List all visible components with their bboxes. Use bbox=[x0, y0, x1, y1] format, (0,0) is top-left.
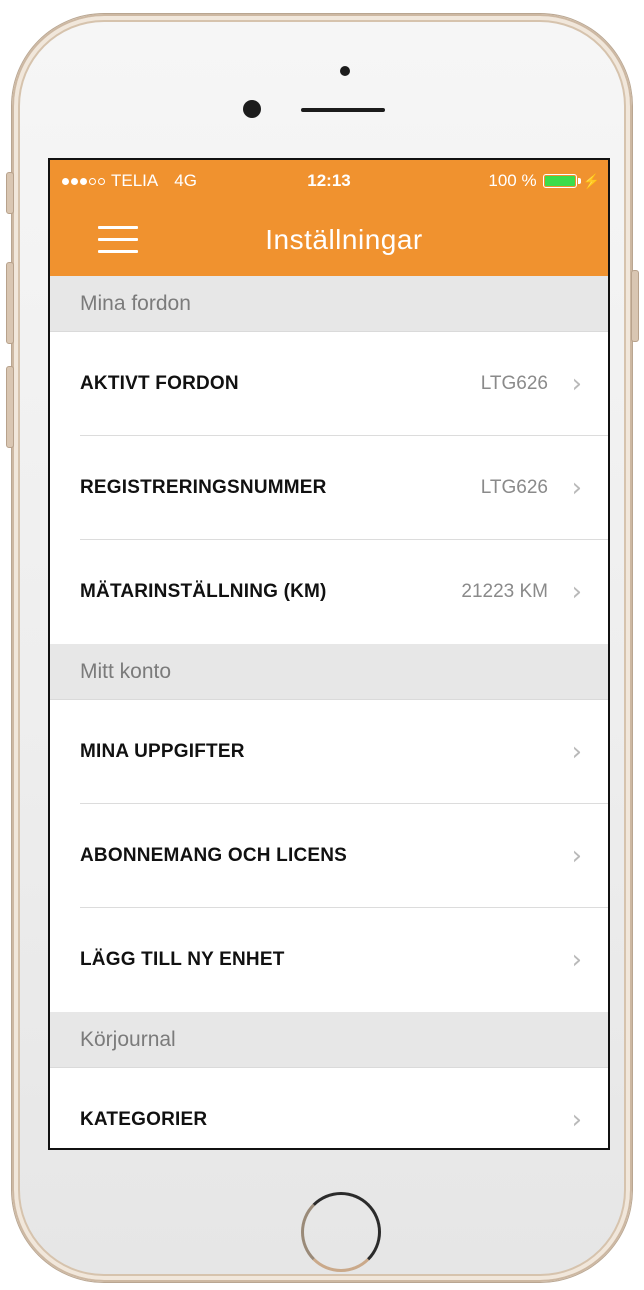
chevron-right-icon: › bbox=[571, 945, 582, 975]
settings-row-label: AKTIVT FORDON bbox=[80, 373, 239, 394]
mute-switch bbox=[6, 172, 14, 214]
battery-icon bbox=[542, 174, 581, 188]
phone-screen: TELIA 4G 12:13 100 % ⚡ Inställningar Min… bbox=[48, 158, 610, 1150]
settings-row-value: LTG626 bbox=[480, 373, 548, 394]
proximity-sensor bbox=[340, 66, 350, 76]
home-button[interactable] bbox=[301, 1192, 381, 1272]
power-button bbox=[631, 270, 639, 342]
settings-row-label: LÄGG TILL NY ENHET bbox=[80, 949, 285, 970]
charging-icon: ⚡ bbox=[582, 172, 600, 189]
settings-list: Mina fordon AKTIVT FORDON LTG626 › REGISTRER… bbox=[50, 276, 608, 1148]
section-header: Mina fordon bbox=[50, 276, 608, 332]
status-right: 100 % ⚡ bbox=[488, 171, 600, 191]
settings-row-label: REGISTRERINGSNUMMER bbox=[80, 477, 327, 498]
settings-row-label: ABONNEMANG OCH LICENS bbox=[80, 845, 348, 866]
battery-percent: 100 % bbox=[488, 171, 537, 190]
section-header: Körjournal bbox=[50, 1012, 608, 1068]
chevron-right-icon: › bbox=[571, 369, 582, 399]
chevron-right-icon: › bbox=[571, 1105, 582, 1135]
settings-row-value: LTG626 bbox=[480, 477, 548, 498]
chevron-right-icon: › bbox=[571, 841, 582, 871]
chevron-right-icon: › bbox=[571, 737, 582, 767]
chevron-right-icon: › bbox=[571, 577, 582, 607]
settings-row[interactable]: AKTIVT FORDON LTG626 › bbox=[50, 332, 608, 436]
volume-up-button bbox=[6, 262, 14, 344]
settings-row-label: MÄTARINSTÄLLNING (KM) bbox=[80, 581, 327, 602]
earpiece-speaker bbox=[301, 108, 385, 112]
settings-row[interactable]: REGISTRERINGSNUMMER LTG626 › bbox=[50, 436, 608, 540]
status-bar: TELIA 4G 12:13 100 % ⚡ bbox=[50, 160, 608, 204]
front-camera bbox=[243, 100, 261, 118]
settings-row[interactable]: ABONNEMANG OCH LICENS › bbox=[50, 804, 608, 908]
settings-row[interactable]: LÄGG TILL NY ENHET › bbox=[50, 908, 608, 1012]
settings-row-label: MINA UPPGIFTER bbox=[80, 741, 245, 762]
settings-row[interactable]: MÄTARINSTÄLLNING (KM) 21223 KM › bbox=[50, 540, 608, 644]
section-header: Mitt konto bbox=[50, 644, 608, 700]
volume-down-button bbox=[6, 366, 14, 448]
chevron-right-icon: › bbox=[571, 473, 582, 503]
settings-row[interactable]: KATEGORIER › bbox=[50, 1068, 608, 1148]
settings-row[interactable]: MINA UPPGIFTER › bbox=[50, 700, 608, 804]
battery-fill bbox=[544, 176, 575, 186]
settings-row-value: 21223 KM bbox=[461, 581, 548, 602]
page-title: Inställningar bbox=[265, 224, 423, 255]
navigation-bar: Inställningar bbox=[50, 204, 608, 276]
app-header: TELIA 4G 12:13 100 % ⚡ Inställningar bbox=[50, 160, 608, 276]
settings-row-label: KATEGORIER bbox=[80, 1109, 208, 1130]
